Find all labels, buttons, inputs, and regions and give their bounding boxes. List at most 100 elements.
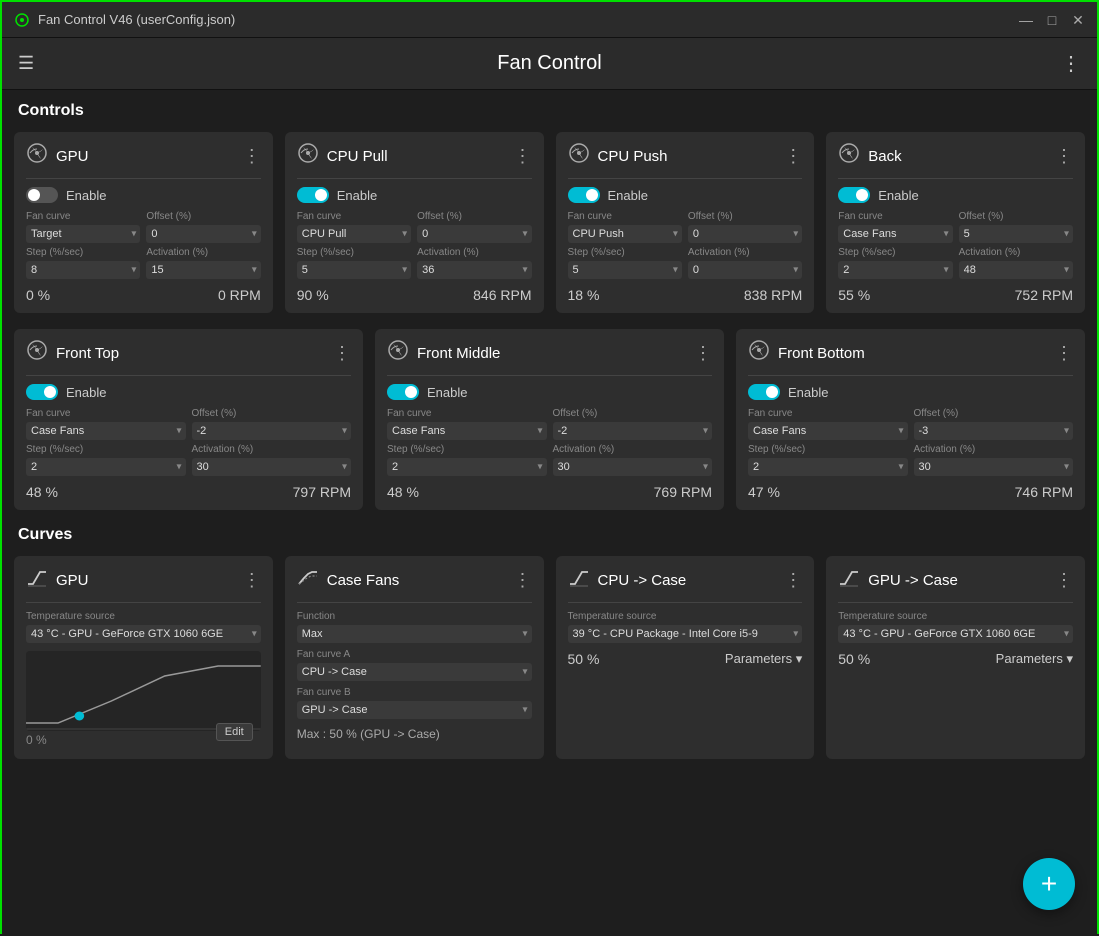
add-fab-button[interactable]: +: [1023, 858, 1075, 910]
control-card-4: Front Top ⋮ Enable Fan curve Case Fans O…: [14, 329, 363, 510]
offset-5-select[interactable]: -2: [553, 422, 713, 440]
fan-curve-4-wrapper: Case Fans: [26, 421, 186, 440]
activation-2-wrapper: 0: [688, 260, 802, 279]
fan-curve-0-select[interactable]: Target: [26, 225, 140, 243]
control-more-4[interactable]: ⋮: [333, 343, 351, 364]
enable-toggle-4[interactable]: [26, 384, 58, 400]
step-6-select[interactable]: 2: [748, 458, 908, 476]
activation-6-select[interactable]: 30: [914, 458, 1074, 476]
temp-source-select-2[interactable]: 39 °C - CPU Package - Intel Core i5-9: [568, 625, 803, 643]
enable-toggle-0[interactable]: [26, 187, 58, 203]
temp-source-select-0[interactable]: 43 °C - GPU - GeForce GTX 1060 6GE: [26, 625, 261, 643]
activation-5-select[interactable]: 30: [553, 458, 713, 476]
curve-card-header-3: GPU -> Case ⋮: [838, 566, 1073, 594]
control-more-2[interactable]: ⋮: [784, 146, 802, 167]
step-5-select[interactable]: 2: [387, 458, 547, 476]
activation-0-select[interactable]: 15: [146, 261, 260, 279]
step-2-select[interactable]: 5: [568, 261, 682, 279]
fan-icon-3: [838, 142, 860, 170]
curve-more-3[interactable]: ⋮: [1055, 570, 1073, 591]
fan-curve-a-label-1: Fan curve A: [297, 649, 532, 660]
activation-4-select[interactable]: 30: [192, 458, 352, 476]
fan-curve-b-select-1[interactable]: GPU -> Case: [297, 701, 532, 719]
enable-toggle-5[interactable]: [387, 384, 419, 400]
fan-curve-2-select[interactable]: CPU Push: [568, 225, 682, 243]
edit-button-0[interactable]: Edit: [216, 723, 253, 741]
rpm-stat-3: 752 RPM: [1015, 287, 1073, 303]
function-select-1[interactable]: Max: [297, 625, 532, 643]
enable-toggle-3[interactable]: [838, 187, 870, 203]
fan-curve-6-select[interactable]: Case Fans: [748, 422, 908, 440]
toggle-knob-4: [44, 386, 56, 398]
curve-more-1[interactable]: ⋮: [514, 570, 532, 591]
fan-curve-4-select[interactable]: Case Fans: [26, 422, 186, 440]
control-card-5: Front Middle ⋮ Enable Fan curve Case Fan…: [375, 329, 724, 510]
enable-label-4: Enable: [66, 385, 106, 400]
step-0-select[interactable]: 8: [26, 261, 140, 279]
control-more-0[interactable]: ⋮: [243, 146, 261, 167]
offset-1-wrapper: 0: [417, 224, 531, 243]
enable-toggle-2[interactable]: [568, 187, 600, 203]
parameters-button-3[interactable]: Parameters ▾: [996, 651, 1073, 667]
fields-row1-1: Fan curve CPU Pull Offset (%) 0: [297, 211, 532, 243]
activation-3-wrapper: 48: [959, 260, 1073, 279]
control-name-3: Back: [868, 148, 901, 165]
offset-2-wrapper: 0: [688, 224, 802, 243]
maximize-button[interactable]: □: [1045, 13, 1059, 27]
offset-label-2: Offset (%): [688, 211, 802, 222]
header-more-options[interactable]: ⋮: [1061, 51, 1081, 76]
fan-curve-5-select[interactable]: Case Fans: [387, 422, 547, 440]
control-more-6[interactable]: ⋮: [1055, 343, 1073, 364]
fan-curve-3-wrapper: Case Fans: [838, 224, 952, 243]
enable-toggle-6[interactable]: [748, 384, 780, 400]
curve-more-2[interactable]: ⋮: [784, 570, 802, 591]
offset-4-select[interactable]: -2: [192, 422, 352, 440]
enable-label-3: Enable: [878, 188, 918, 203]
fan-curve-b-label-1: Fan curve B: [297, 687, 532, 698]
card-divider-6: [748, 375, 1073, 376]
fan-curve-a-select-1[interactable]: CPU -> Case: [297, 663, 532, 681]
minimize-button[interactable]: —: [1019, 13, 1033, 27]
header: ☰ Fan Control ⋮: [2, 38, 1097, 90]
parameters-button-2[interactable]: Parameters ▾: [725, 651, 802, 667]
control-more-1[interactable]: ⋮: [514, 146, 532, 167]
card-divider-5: [387, 375, 712, 376]
step-3-select[interactable]: 2: [838, 261, 952, 279]
offset-0-wrapper: 0: [146, 224, 260, 243]
offset-1-select[interactable]: 0: [417, 225, 531, 243]
fields-row2-1: Step (%/sec) 5 Activation (%) 36: [297, 247, 532, 279]
control-name-6: Front Bottom: [778, 345, 865, 362]
card-title-row-1: CPU Pull: [297, 142, 388, 170]
offset-3-select[interactable]: 5: [959, 225, 1073, 243]
activation-label-4: Activation (%): [192, 444, 352, 455]
activation-1-select[interactable]: 36: [417, 261, 531, 279]
close-button[interactable]: ✕: [1071, 13, 1085, 27]
offset-label-6: Offset (%): [914, 408, 1074, 419]
fan-icon-2: [568, 142, 590, 170]
activation-3-select[interactable]: 48: [959, 261, 1073, 279]
offset-field-3: Offset (%) 5: [959, 211, 1073, 243]
step-1-select[interactable]: 5: [297, 261, 411, 279]
temp-source-wrapper-2: 39 °C - CPU Package - Intel Core i5-9: [568, 624, 803, 643]
control-more-5[interactable]: ⋮: [694, 343, 712, 364]
step-4-select[interactable]: 2: [26, 458, 186, 476]
fan-curve-1-wrapper: CPU Pull: [297, 224, 411, 243]
menu-icon[interactable]: ☰: [18, 53, 34, 74]
header-title: Fan Control: [497, 52, 602, 75]
control-card-6: Front Bottom ⋮ Enable Fan curve Case Fan…: [736, 329, 1085, 510]
fan-curve-3-select[interactable]: Case Fans: [838, 225, 952, 243]
offset-0-select[interactable]: 0: [146, 225, 260, 243]
step-label-6: Step (%/sec): [748, 444, 908, 455]
curve-more-0[interactable]: ⋮: [243, 570, 261, 591]
activation-2-select[interactable]: 0: [688, 261, 802, 279]
temp-source-select-3[interactable]: 43 °C - GPU - GeForce GTX 1060 6GE: [838, 625, 1073, 643]
offset-2-select[interactable]: 0: [688, 225, 802, 243]
fan-curve-1-select[interactable]: CPU Pull: [297, 225, 411, 243]
step-field-3: Step (%/sec) 2: [838, 247, 952, 279]
control-more-3[interactable]: ⋮: [1055, 146, 1073, 167]
card-title-row-5: Front Middle: [387, 339, 500, 367]
offset-6-select[interactable]: -3: [914, 422, 1074, 440]
step-field-0: Step (%/sec) 8: [26, 247, 140, 279]
enable-toggle-1[interactable]: [297, 187, 329, 203]
percent-stat-5: 48 %: [387, 484, 419, 500]
